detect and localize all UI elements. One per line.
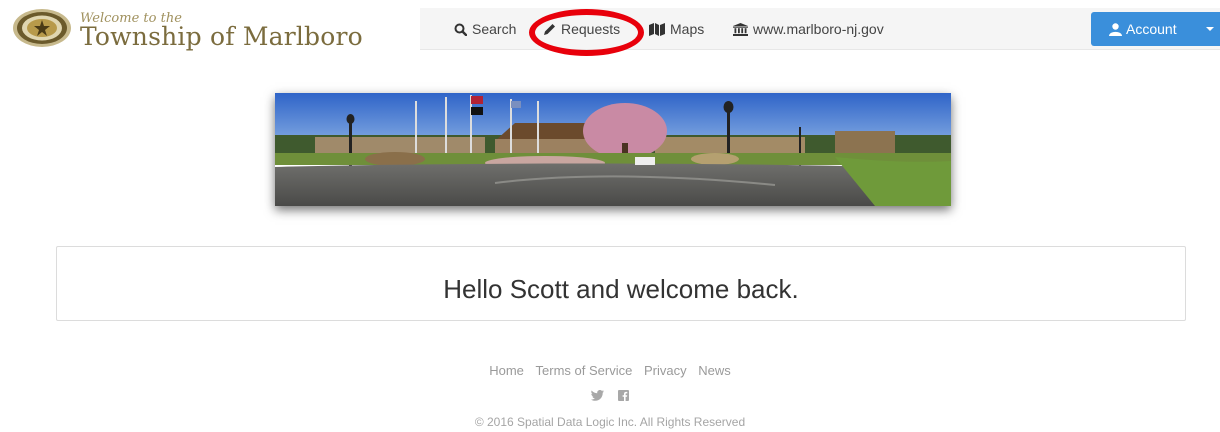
facebook-icon[interactable] — [618, 390, 629, 401]
footer-copyright: © 2016 Spatial Data Logic Inc. All Right… — [474, 415, 746, 429]
search-icon — [454, 23, 467, 36]
footer-links: Home Terms of Service Privacy News — [0, 363, 1220, 378]
footer-link-terms[interactable]: Terms of Service — [536, 363, 633, 378]
nav-search[interactable]: Search — [454, 8, 516, 50]
nav-requests-label: Requests — [561, 21, 621, 37]
caret-down-icon — [1206, 27, 1214, 31]
brand-name: Township of Marlboro — [80, 22, 363, 51]
footer-link-home[interactable]: Home — [489, 363, 524, 378]
town-hall-banner-image — [275, 93, 951, 206]
nav-maps-label: Maps — [670, 21, 705, 37]
township-seal-icon — [13, 9, 71, 47]
footer-link-privacy[interactable]: Privacy — [644, 363, 687, 378]
footer-link-news[interactable]: News — [698, 363, 731, 378]
nav-website-link[interactable]: www.marlboro-nj.gov — [733, 8, 884, 50]
nav-maps[interactable]: Maps — [649, 8, 704, 50]
footer-social-links — [0, 390, 1220, 401]
nav-requests[interactable]: Requests — [543, 8, 620, 50]
welcome-message: Hello Scott and welcome back. — [443, 274, 799, 304]
account-label: Account — [1126, 21, 1177, 37]
welcome-panel: Hello Scott and welcome back. — [56, 246, 1186, 321]
bank-icon — [733, 22, 748, 36]
brand-logo[interactable]: Welcome to the Township of Marlboro — [0, 0, 420, 56]
user-icon — [1109, 22, 1122, 36]
account-dropdown-button[interactable]: Account — [1091, 12, 1220, 46]
site-header: Welcome to the Township of Marlboro Sear… — [0, 0, 1220, 56]
nav-website-label: www.marlboro-nj.gov — [753, 21, 884, 37]
nav-search-label: Search — [472, 21, 517, 37]
pencil-icon — [544, 23, 555, 35]
twitter-icon[interactable] — [591, 390, 604, 401]
map-icon — [649, 22, 665, 36]
